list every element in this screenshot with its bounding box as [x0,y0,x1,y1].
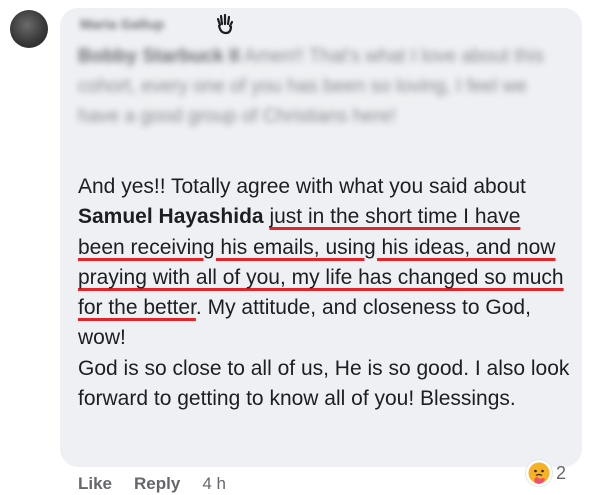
like-button[interactable]: Like [78,474,112,494]
raised-hand-icon [213,12,237,36]
comment-author[interactable]: Maria Gallup [80,16,164,32]
reaction-summary[interactable]: 2 [526,458,566,488]
reply-button[interactable]: Reply [134,474,180,494]
comment-body: And yes!! Totally agree with what you sa… [78,172,570,414]
avatar[interactable] [10,10,48,48]
reaction-count: 2 [556,462,567,483]
care-emoji-icon [526,460,552,486]
body-intro: And yes!! Totally agree with what you sa… [78,175,526,198]
comment-actions: Like Reply 4 h [78,474,226,494]
mention-samuel-hayashida[interactable]: Samuel Hayashida [78,205,264,228]
quoted-comment: Bobby Starbuck II Amen!! That's what I l… [78,42,550,132]
quoted-author: Bobby Starbuck II [78,46,240,67]
comment-timestamp[interactable]: 4 h [202,474,226,494]
body-closing: God is so close to all of us, He is so g… [78,356,570,411]
